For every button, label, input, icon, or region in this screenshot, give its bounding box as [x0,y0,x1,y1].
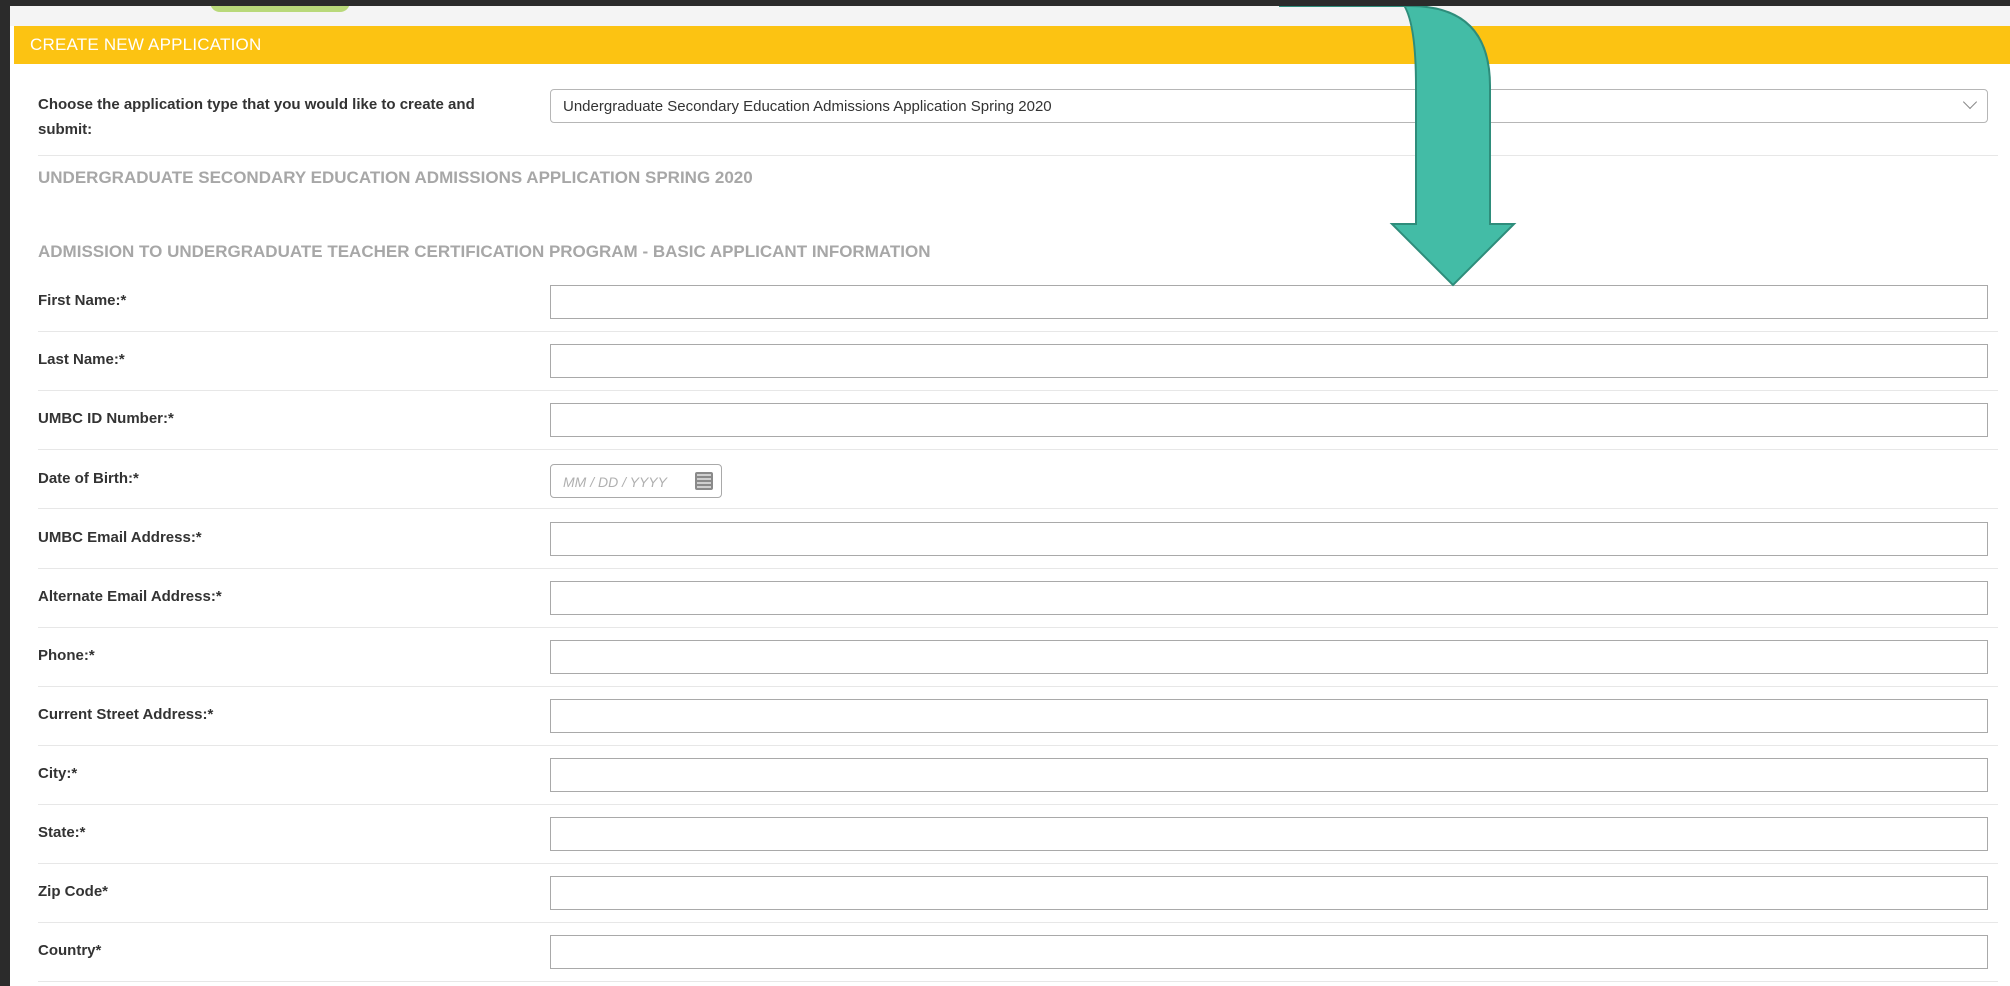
row-divider [38,449,1998,450]
umbc-id-label: UMBC ID Number:* [38,410,174,427]
city-input[interactable] [550,758,1988,792]
umbc-email-input[interactable] [550,522,1988,556]
state-input[interactable] [550,817,1988,851]
last-name-label: Last Name:* [38,351,125,368]
street-address-input[interactable] [550,699,1988,733]
row-divider [38,508,1998,509]
zip-code-input[interactable] [550,876,1988,910]
row-divider [38,568,1998,569]
country-input[interactable] [550,935,1988,969]
dob-date-picker[interactable]: MM / DD / YYYY [550,464,722,498]
phone-label: Phone:* [38,647,95,664]
phone-input[interactable] [550,640,1988,674]
first-name-input[interactable] [550,285,1988,319]
last-name-input[interactable] [550,344,1988,378]
create-application-header: CREATE NEW APPLICATION [14,26,2010,64]
application-type-select[interactable]: Undergraduate Secondary Education Admiss… [550,89,1988,123]
header-title: CREATE NEW APPLICATION [30,35,262,54]
first-name-label: First Name:* [38,292,127,309]
dob-placeholder: MM / DD / YYYY [563,474,667,490]
row-divider [38,155,1998,156]
city-label: City:* [38,765,78,782]
row-divider [38,863,1998,864]
state-label: State:* [38,824,86,841]
application-page: CREATE NEW APPLICATION Choose the applic… [10,6,2010,986]
row-divider [38,804,1998,805]
umbc-id-input[interactable] [550,403,1988,437]
basic-info-section-title: ADMISSION TO UNDERGRADUATE TEACHER CERTI… [38,242,931,261]
decorative-shape [210,6,350,12]
row-divider [38,745,1998,746]
row-divider [38,686,1998,687]
umbc-email-label: UMBC Email Address:* [38,529,202,546]
calendar-icon[interactable] [695,472,713,490]
country-label: Country* [38,942,102,959]
application-type-label: Choose the application type that you wou… [38,96,475,138]
row-divider [38,981,1998,982]
dob-label: Date of Birth:* [38,470,139,487]
row-divider [38,627,1998,628]
alt-email-label: Alternate Email Address:* [38,588,222,605]
application-type-selected-value: Undergraduate Secondary Education Admiss… [563,98,1052,115]
alt-email-input[interactable] [550,581,1988,615]
row-divider [38,331,1998,332]
street-address-label: Current Street Address:* [38,706,214,723]
zip-code-label: Zip Code* [38,883,108,900]
application-section-title: UNDERGRADUATE SECONDARY EDUCATION ADMISS… [38,168,753,187]
row-divider [38,390,1998,391]
row-divider [38,922,1998,923]
chevron-down-icon [1962,94,1978,110]
